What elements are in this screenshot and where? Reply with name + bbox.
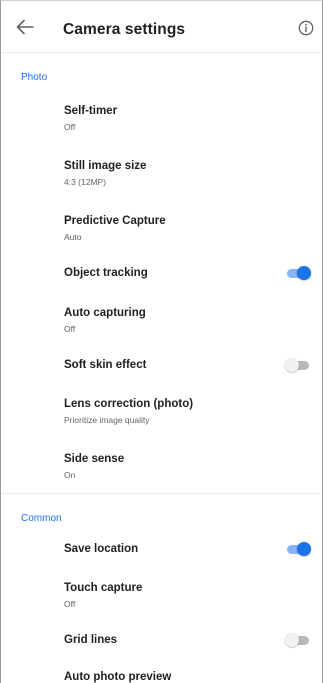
setting-predictive-capture[interactable]: Predictive Capture Auto <box>1 211 322 247</box>
setting-title: Side sense <box>64 453 125 465</box>
setting-title: Still image size <box>64 160 147 172</box>
toggle-knob <box>285 358 299 372</box>
setting-object-tracking[interactable]: Object tracking <box>1 263 322 287</box>
object-tracking-toggle[interactable] <box>285 266 311 282</box>
setting-title: Soft skin effect <box>64 359 147 371</box>
toggle-knob <box>285 633 299 647</box>
setting-soft-skin-effect[interactable]: Soft skin effect <box>1 355 322 379</box>
setting-still-image-size[interactable]: Still image size 4:3 (12MP) <box>1 156 322 192</box>
setting-touch-capture[interactable]: Touch capture Off <box>1 578 322 614</box>
setting-title: Auto photo preview <box>64 671 172 683</box>
setting-title: Touch capture <box>64 582 143 594</box>
setting-title: Save location <box>64 543 139 555</box>
setting-grid-lines[interactable]: Grid lines <box>1 630 322 654</box>
setting-save-location[interactable]: Save location <box>1 539 322 563</box>
arrow-left-icon[interactable] <box>15 18 35 36</box>
setting-title: Object tracking <box>64 267 148 279</box>
info-circle-icon[interactable] <box>298 20 314 36</box>
setting-title: Self-timer <box>64 105 118 117</box>
section-header-photo: Photo <box>21 72 48 83</box>
setting-title: Grid lines <box>64 634 118 646</box>
setting-value: 4:3 (12MP) <box>64 177 107 187</box>
setting-value: On <box>64 470 76 480</box>
section-divider <box>1 493 322 494</box>
setting-value: Off <box>64 599 76 609</box>
page-title: Camera settings <box>63 21 186 38</box>
app-bar: Camera settings <box>1 1 322 53</box>
setting-value: Off <box>64 324 76 334</box>
setting-title: Auto capturing <box>64 307 146 319</box>
setting-value: Prioritize image quality <box>64 415 150 425</box>
save-location-toggle[interactable] <box>285 542 311 558</box>
setting-self-timer[interactable]: Self-timer Off <box>1 101 322 137</box>
setting-title: Predictive Capture <box>64 215 166 227</box>
settings-screen: Camera settings Photo Self-timer Off Sti… <box>0 0 323 683</box>
toggle-knob <box>297 542 311 556</box>
toggle-knob <box>297 266 311 280</box>
setting-auto-capturing[interactable]: Auto capturing Off <box>1 303 322 339</box>
setting-auto-photo-preview[interactable]: Auto photo preview <box>1 667 322 683</box>
setting-value: Auto <box>64 232 82 242</box>
section-header-common: Common <box>21 513 62 524</box>
setting-value: Off <box>64 122 76 132</box>
soft-skin-effect-toggle[interactable] <box>285 358 311 374</box>
setting-title: Lens correction (photo) <box>64 398 194 410</box>
setting-side-sense[interactable]: Side sense On <box>1 449 322 485</box>
setting-lens-correction[interactable]: Lens correction (photo) Prioritize image… <box>1 394 322 430</box>
grid-lines-toggle[interactable] <box>285 633 311 649</box>
